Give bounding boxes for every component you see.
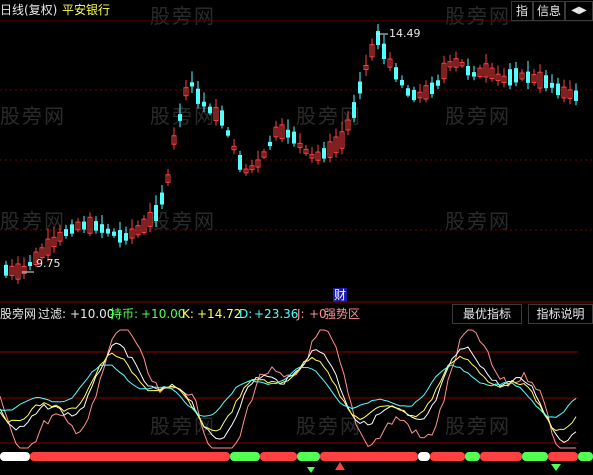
signal-band-segment [465, 452, 480, 461]
candle-down [382, 43, 386, 60]
k-value: +14.72 [197, 307, 242, 321]
finance-marker[interactable]: 财 [333, 288, 348, 302]
buy-arrow-icon [335, 462, 345, 470]
guolv-label: 过滤: [38, 307, 67, 321]
candle-down [94, 221, 98, 231]
candle-down [160, 192, 164, 205]
candle-down [322, 148, 326, 159]
candle-down [124, 233, 128, 241]
signal-band-segment [480, 452, 522, 461]
chibi-label: 持币: [110, 307, 139, 321]
d-line [0, 364, 577, 418]
candle-down [154, 205, 158, 222]
j-line [0, 329, 576, 449]
candle-down [466, 65, 470, 76]
candle-down [508, 69, 512, 86]
candle-down [190, 82, 194, 87]
signal-band-segment [522, 452, 548, 461]
chart-stage[interactable]: 股旁网 股旁网 股旁网 股旁网 股旁网 股旁网 股旁网 股旁网 股旁网 股旁网 … [0, 0, 593, 475]
candle-down [226, 130, 230, 136]
candle-down [472, 72, 476, 77]
signal-band-segment [260, 452, 297, 461]
candle-down [544, 75, 548, 89]
k-line [0, 352, 577, 432]
candle-down [268, 141, 272, 147]
d-label: D: [239, 307, 253, 321]
candle-down [394, 67, 398, 80]
info-button[interactable]: 信息 [533, 1, 565, 21]
chibi-value: +10.00 [141, 307, 186, 321]
candle-down [358, 81, 362, 94]
indicator-explain-button[interactable]: 指标说明 [528, 304, 593, 324]
candle-down [400, 80, 404, 86]
guolv-value: +10.00 [70, 307, 115, 321]
candle-down [196, 88, 200, 104]
candle-down [28, 261, 32, 267]
candle-down [220, 110, 224, 126]
candle-down [70, 224, 74, 234]
candle-down [118, 230, 122, 243]
status-label: 强势区 [324, 307, 361, 321]
candle-down [550, 82, 554, 88]
signal-band-segment [578, 452, 593, 461]
sell-arrow-icon [307, 467, 315, 473]
candle-down [574, 90, 578, 101]
candle-down [436, 80, 440, 86]
signal-band-segment [320, 452, 418, 461]
signal-band-segment [418, 452, 430, 461]
candle-down [376, 31, 380, 45]
candle-down [82, 221, 86, 230]
signal-band-segment [297, 452, 320, 461]
high-price-label: 14.49 [389, 27, 421, 40]
candle-down [4, 264, 8, 276]
index-button[interactable]: 指 [511, 1, 533, 21]
stock-name: 平安银行 [62, 3, 111, 17]
candle-down [526, 71, 530, 83]
candle-down [430, 82, 434, 95]
candle-down [178, 114, 182, 121]
chart-canvas[interactable] [0, 0, 593, 475]
indicator-name[interactable]: 股旁网 [0, 307, 36, 321]
signal-band-segment [430, 452, 465, 461]
candle-down [412, 89, 416, 101]
nav-arrows-icon[interactable]: ◀▶ [565, 1, 593, 21]
signal-band-segment [30, 452, 230, 461]
k-label: K: [182, 307, 194, 321]
candle-down [112, 231, 116, 236]
candle-down [292, 131, 296, 144]
sell-arrow-icon [551, 464, 561, 471]
candle-down [352, 102, 356, 118]
signal-band-segment [548, 452, 578, 461]
candle-down [208, 106, 212, 114]
d-value: +23.36 [254, 307, 299, 321]
candle-down [406, 88, 410, 96]
best-indicator-button[interactable]: 最优指标 [452, 304, 522, 324]
candle-down [64, 229, 68, 237]
candle-down [514, 68, 518, 83]
low-price-label: 9.75 [36, 257, 61, 270]
period-label[interactable]: 日线(复权) [0, 3, 57, 17]
candle-down [106, 228, 110, 234]
j-label: J: [297, 307, 305, 321]
candle-down [556, 83, 560, 96]
signal-band-segment [230, 452, 260, 461]
candle-down [202, 101, 206, 107]
candle-down [238, 154, 242, 170]
signal-band-segment [0, 452, 30, 461]
candle-down [100, 224, 104, 233]
candle-down [286, 129, 290, 138]
